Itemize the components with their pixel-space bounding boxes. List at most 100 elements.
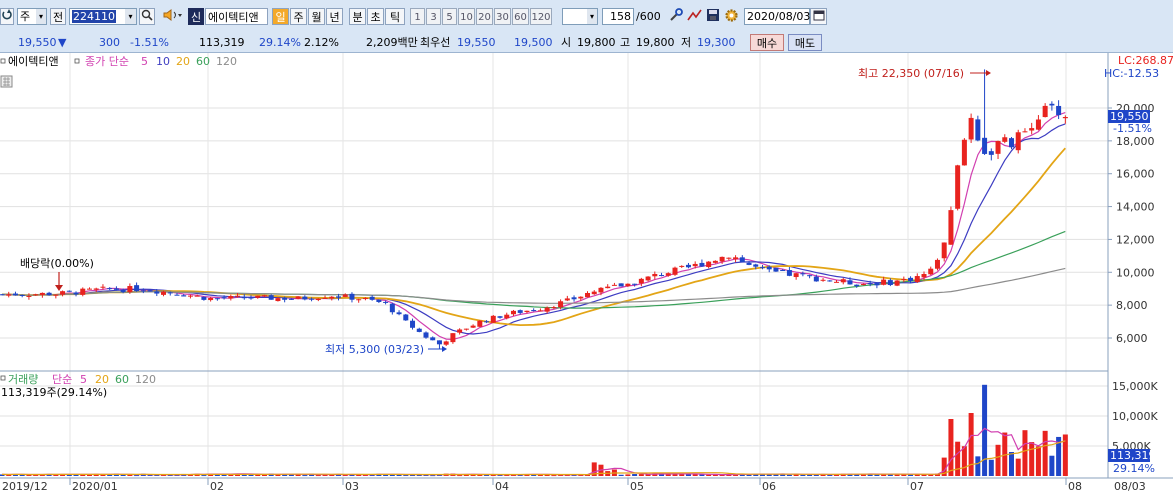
candle-body	[322, 297, 328, 299]
interval-3-button[interactable]: 3	[426, 8, 441, 25]
x-axis: 2019/12 2020/01 02 03 04 05 06 07 08 08/03	[2, 478, 1146, 493]
volume-bar	[403, 475, 409, 477]
candle-body	[463, 328, 469, 330]
x-tick-label: 06	[762, 480, 776, 493]
period-tick-button[interactable]: 틱	[385, 8, 405, 25]
wrench-icon[interactable]	[668, 8, 685, 25]
candle-body	[241, 296, 247, 299]
search-icon[interactable]	[139, 8, 155, 25]
date-input[interactable]: 2020/08/03	[744, 8, 810, 25]
volume-bar	[968, 413, 974, 476]
candle-body	[497, 316, 503, 318]
candle-body	[194, 295, 200, 297]
draw-line-icon[interactable]	[686, 8, 703, 25]
candle-body	[39, 292, 45, 295]
calendar-icon[interactable]	[810, 8, 827, 25]
volume-bar	[1035, 446, 1041, 476]
stock-chart[interactable]: 에이텍티앤 종가 단순 5 10 20 60 120 LC:268.87 HC:…	[0, 53, 1173, 495]
candle-body	[591, 291, 597, 295]
price-legend: 에이텍티앤 종가 단순 5 10 20 60 120	[0, 55, 237, 88]
prev-button[interactable]: 전	[50, 8, 66, 25]
candle-body	[127, 286, 133, 293]
volume-bar	[638, 474, 644, 476]
speaker-icon[interactable]	[160, 8, 185, 25]
candle-body	[187, 295, 193, 297]
candle-body	[477, 320, 483, 327]
volume-bar	[396, 474, 402, 476]
candle-body	[571, 297, 577, 300]
bar-count-input[interactable]: 158	[602, 8, 634, 25]
candle-body	[107, 288, 113, 290]
sell-button[interactable]: 매도	[788, 34, 822, 51]
candle-body	[1042, 105, 1048, 118]
save-icon[interactable]	[704, 8, 721, 25]
settings-gear-icon[interactable]	[723, 8, 740, 25]
volume-bar	[551, 475, 557, 477]
volume-ma60: 60	[115, 373, 129, 386]
y-tick-label: 10,000K	[1112, 410, 1158, 423]
ma-120-line	[1, 267, 1066, 304]
interval-120-button[interactable]: 120	[530, 8, 552, 25]
y-tick-label: 14,000	[1116, 201, 1155, 214]
candle-body	[134, 285, 140, 292]
candle-body	[611, 284, 617, 286]
candle-body	[874, 283, 880, 286]
volume-bar	[134, 475, 140, 477]
candle-body	[531, 310, 537, 312]
volume-info: 113,319주(29.14%)	[1, 386, 107, 399]
period-minute-button[interactable]: 분	[349, 8, 366, 25]
high-label: 고	[620, 36, 631, 49]
interval-1-button[interactable]: 1	[410, 8, 425, 25]
candle-body	[100, 286, 106, 288]
volume-ma-5-line	[1, 427, 1066, 476]
volume-bar	[995, 444, 1001, 476]
candle-body	[470, 325, 476, 328]
interval-30-button[interactable]: 30	[494, 8, 511, 25]
interval-20-button[interactable]: 20	[476, 8, 493, 25]
candle-body	[638, 278, 644, 284]
interval-custom-select[interactable]: ▾	[562, 8, 598, 25]
x-tick-label: 2019/12	[2, 480, 48, 493]
x-tick-label: 05	[630, 480, 644, 493]
candle-body	[383, 301, 389, 303]
legend-marker	[74, 58, 80, 64]
candle-body	[248, 297, 254, 299]
candle-body	[753, 264, 759, 267]
candle-body	[955, 165, 961, 209]
interval-60-button[interactable]: 60	[512, 8, 529, 25]
low-price: 19,300	[697, 36, 736, 49]
candle-body	[80, 288, 86, 295]
candle-body	[625, 283, 631, 287]
candle-body	[120, 290, 126, 292]
candle-body	[214, 298, 220, 300]
period-week-button[interactable]: 주	[290, 8, 307, 25]
candle-body	[416, 328, 422, 332]
x-tick-label: 08	[1068, 480, 1082, 493]
candle-body	[504, 314, 510, 319]
x-tick-label: 02	[210, 480, 224, 493]
candle-body	[733, 257, 739, 260]
period-month-button[interactable]: 월	[308, 8, 325, 25]
candle-body	[369, 296, 375, 300]
interval-5-button[interactable]: 5	[442, 8, 457, 25]
stock-code-input[interactable]: 224110 ▾	[69, 8, 137, 25]
interval-10-button[interactable]: 10	[458, 8, 475, 25]
dropdown-icon[interactable]: ▾	[125, 9, 136, 24]
period-day-button[interactable]: 일	[272, 8, 289, 25]
ask-price: 19,550	[457, 36, 496, 49]
turnover-ratio: 2.12%	[304, 36, 339, 49]
volume-bar	[1029, 442, 1035, 476]
candle-body	[766, 266, 772, 270]
period-second-button[interactable]: 초	[367, 8, 384, 25]
refresh-icon[interactable]	[0, 8, 14, 25]
period-year-button[interactable]: 년	[326, 8, 343, 25]
candle-body	[564, 298, 570, 301]
bid-price: 19,500	[514, 36, 553, 49]
candle-body	[813, 276, 819, 282]
market-select[interactable]: 주 ▾	[17, 8, 47, 25]
candle-body	[618, 283, 624, 287]
volume-bar	[961, 446, 967, 476]
buy-button[interactable]: 매수	[750, 34, 784, 51]
candle-body	[403, 314, 409, 321]
candle-body	[201, 296, 207, 300]
